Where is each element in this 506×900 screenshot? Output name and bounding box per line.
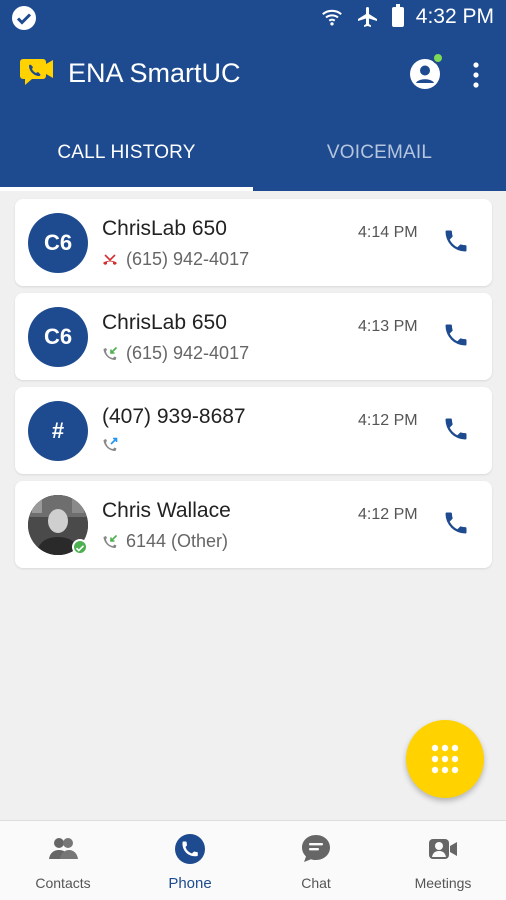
nav-chat[interactable]: Chat (253, 821, 379, 900)
call-history-item[interactable]: # (407) 939-8687 4:12 PM (15, 387, 492, 474)
contacts-icon (49, 838, 78, 859)
tab-label: CALL HISTORY (57, 141, 196, 163)
phone-icon (175, 834, 205, 864)
chat-icon (302, 835, 330, 862)
call-back-icon[interactable] (442, 227, 470, 255)
incoming-call-icon (103, 346, 118, 360)
dialpad-icon (431, 744, 459, 774)
nav-label: Contacts (35, 875, 91, 891)
call-back-icon[interactable] (442, 321, 470, 349)
battery-icon (391, 4, 404, 27)
more-options-icon[interactable] (466, 60, 486, 90)
missed-call-icon (103, 253, 117, 265)
notification-check-icon (12, 6, 36, 30)
call-history-item[interactable]: C6 ChrisLab 650 (615) 942-4017 4:14 PM (15, 199, 492, 286)
outgoing-call-icon (103, 437, 118, 451)
nav-contacts[interactable]: Contacts (0, 821, 126, 900)
call-detail: 6144 (Other) (126, 531, 229, 551)
call-time: 4:13 PM (358, 318, 418, 335)
call-history-item[interactable]: C6 ChrisLab 650 (615) 942-4017 4:13 PM (15, 293, 492, 380)
tab-bar: CALL HISTORY VOICEMAIL (0, 114, 506, 191)
nav-meetings[interactable]: Meetings (380, 821, 506, 900)
app-bar: ENA SmartUC (0, 34, 506, 114)
incoming-call-icon (103, 534, 118, 548)
nav-label: Phone (168, 875, 212, 892)
meetings-icon (429, 839, 457, 859)
app-logo-icon (20, 59, 53, 85)
active-tab-indicator (0, 187, 253, 191)
nav-label: Meetings (414, 875, 472, 891)
status-time: 4:32 PM (415, 5, 494, 28)
call-time: 4:12 PM (358, 412, 418, 429)
contact-avatar: C6 (28, 307, 88, 367)
contact-name: Chris Wallace (102, 499, 231, 522)
nav-label: Chat (301, 875, 331, 891)
airplane-mode-icon (357, 7, 377, 27)
app-title: ENA SmartUC (68, 58, 241, 88)
nav-phone[interactable]: Phone (127, 821, 253, 900)
call-history-item[interactable]: Chris Wallace 6144 (Other) 4:12 PM (15, 481, 492, 568)
contact-name: ChrisLab 650 (102, 311, 227, 334)
tab-voicemail[interactable]: VOICEMAIL (253, 114, 506, 191)
tab-call-history[interactable]: CALL HISTORY (0, 114, 253, 191)
call-back-icon[interactable] (442, 415, 470, 443)
contact-name: ChrisLab 650 (102, 217, 227, 240)
call-time: 4:14 PM (358, 224, 418, 241)
wifi-icon (321, 9, 342, 26)
contact-name: (407) 939-8687 (102, 405, 246, 428)
contact-avatar: C6 (28, 213, 88, 273)
call-detail: (615) 942-4017 (126, 249, 250, 269)
status-bar: 4:32 PM (0, 0, 506, 34)
presence-status-dot (432, 52, 444, 64)
call-time: 4:12 PM (358, 506, 418, 523)
dialpad-button[interactable] (406, 720, 484, 798)
call-detail: (615) 942-4017 (126, 343, 250, 363)
call-back-icon[interactable] (442, 509, 470, 537)
tab-label: VOICEMAIL (326, 141, 433, 163)
bottom-navigation: Contacts Phone Chat Meetings (0, 820, 506, 900)
contact-avatar: # (28, 401, 88, 461)
online-status-badge (72, 539, 88, 555)
